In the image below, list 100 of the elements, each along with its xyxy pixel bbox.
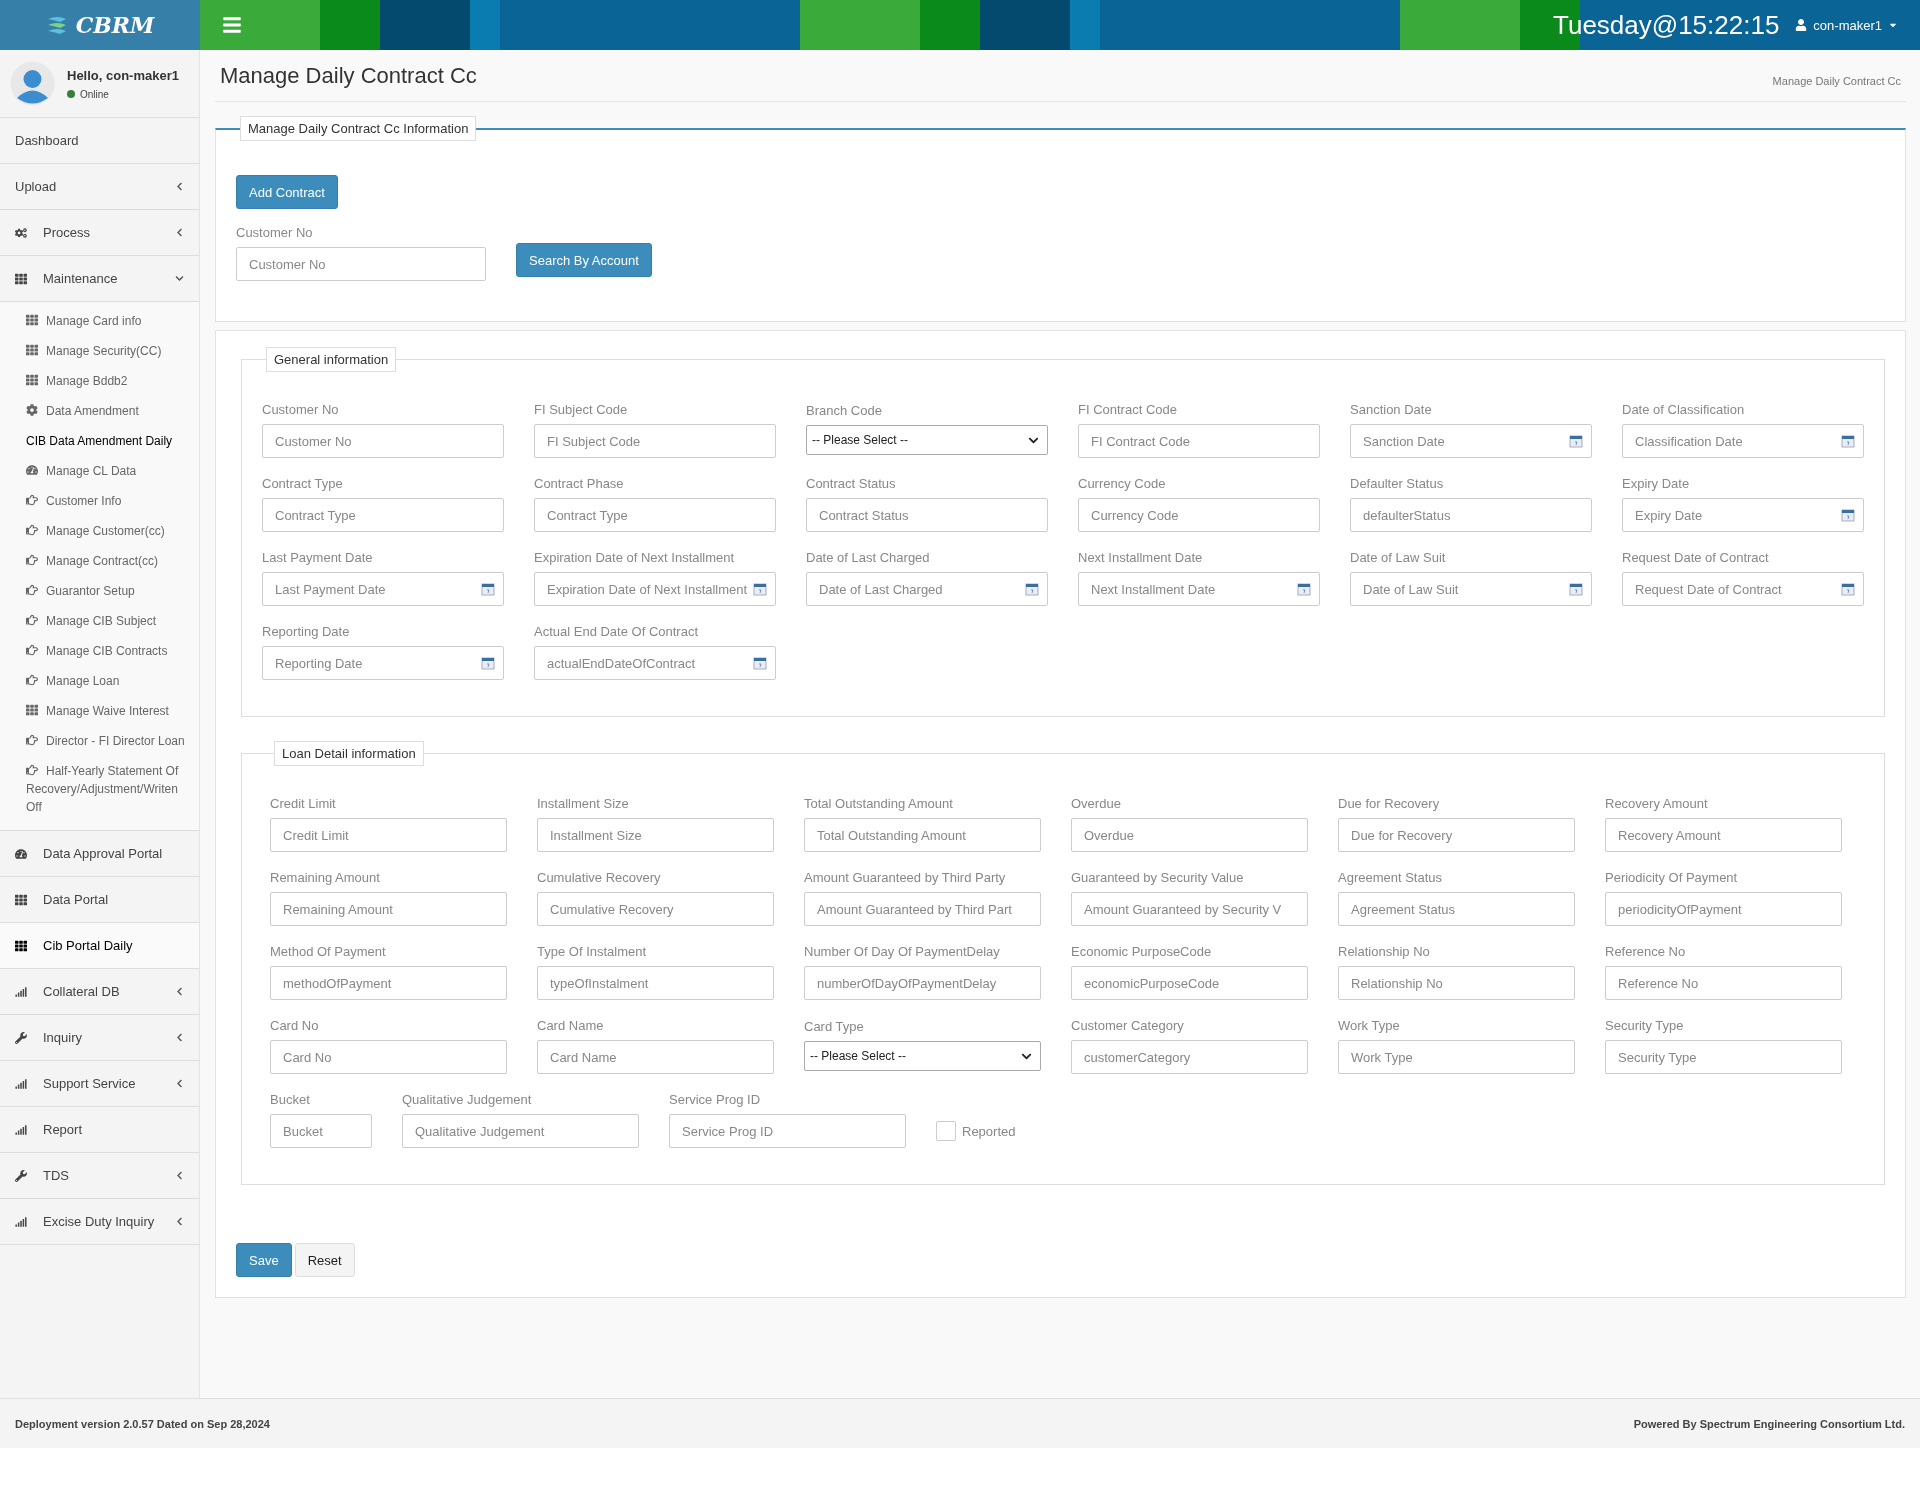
input-field[interactable]: methodOfPayment — [270, 966, 507, 1000]
field-label: Cumulative Recovery — [537, 870, 662, 885]
field-label: Overdue — [1071, 796, 1122, 811]
input-field[interactable]: Amount Guaranteed by Third Part — [804, 892, 1041, 926]
date-field[interactable]: actualEndDateOfContract — [534, 646, 776, 680]
input-field[interactable]: defaulterStatus — [1350, 498, 1592, 532]
input-field[interactable]: Bucket — [270, 1114, 372, 1148]
input-field[interactable]: periodicityOfPayment — [1605, 892, 1842, 926]
date-field[interactable]: Sanction Date — [1350, 424, 1592, 458]
select-field[interactable]: -- Please Select -- — [804, 1041, 1041, 1071]
sidebar-subitem[interactable]: Manage Contract(cc) — [0, 546, 199, 576]
input-field[interactable]: Overdue — [1071, 818, 1308, 852]
input-field[interactable]: Customer No — [262, 424, 504, 458]
breadcrumb[interactable]: Manage Daily Contract Cc — [1772, 74, 1901, 87]
sidebar-subitem[interactable]: Customer Info — [0, 486, 199, 516]
date-field[interactable]: Request Date of Contract — [1622, 572, 1864, 606]
input-field[interactable]: Contract Status — [806, 498, 1048, 532]
reset-button[interactable]: Reset — [294, 1243, 355, 1277]
sidebar-subitem[interactable]: Manage CIB Contracts — [0, 636, 199, 666]
field-label: Expiration Date of Next Installment — [534, 550, 736, 565]
input-field[interactable]: Contract Type — [534, 498, 776, 532]
input-field[interactable]: Amount Guaranteed by Security V — [1071, 892, 1308, 926]
sidebar-subitem[interactable]: Manage Bddb2 — [0, 366, 199, 396]
user-menu[interactable]: con-maker1 — [1795, 17, 1898, 33]
add-contract-button[interactable]: Add Contract — [236, 175, 338, 209]
calendar-icon[interactable] — [753, 582, 767, 596]
input-field[interactable]: Qualitative Judgement — [402, 1114, 639, 1148]
input-field[interactable]: Card Name — [537, 1040, 774, 1074]
sidebar-subitem[interactable]: Manage Loan — [0, 666, 199, 696]
section-legend: General information — [266, 347, 397, 372]
input-field[interactable]: Remaining Amount — [270, 892, 507, 926]
date-field[interactable]: Expiration Date of Next Installment — [534, 572, 776, 606]
input-field[interactable]: Reference No — [1605, 966, 1842, 1000]
date-field[interactable]: Classification Date — [1622, 424, 1864, 458]
input-field[interactable]: Cumulative Recovery — [537, 892, 774, 926]
input-field[interactable]: numberOfDayOfPaymentDelay — [804, 966, 1041, 1000]
input-field[interactable]: Recovery Amount — [1605, 818, 1842, 852]
input-field[interactable]: FI Subject Code — [534, 424, 776, 458]
search-button[interactable]: Search By Account — [516, 243, 652, 277]
field-label: Relationship No — [1338, 944, 1431, 959]
date-field[interactable]: Date of Last Charged — [806, 572, 1048, 606]
calendar-icon[interactable] — [753, 656, 767, 670]
powered-by-text: Powered By Spectrum Engineering Consortium Ltd. — [1633, 1417, 1905, 1430]
sidebar-subitem[interactable]: Manage Waive Interest — [0, 696, 199, 726]
reported-checkbox[interactable]: Reported — [936, 1114, 1016, 1148]
logo[interactable]: CBRM — [0, 0, 200, 50]
date-field[interactable]: Date of Law Suit — [1350, 572, 1592, 606]
sidebar-subitem[interactable]: CIB Data Amendment Daily — [0, 426, 199, 456]
save-button[interactable]: Save — [236, 1243, 292, 1277]
field-label: Date of Last Charged — [806, 550, 931, 565]
sidebar-subitem[interactable]: Director - FI Director Loan — [0, 726, 199, 756]
input-field[interactable]: Card No — [270, 1040, 507, 1074]
input-field[interactable]: Customer No — [236, 247, 486, 281]
calendar-icon[interactable] — [481, 656, 495, 670]
menu-button[interactable] — [222, 15, 242, 35]
calendar-icon[interactable] — [481, 582, 495, 596]
calendar-icon[interactable] — [1841, 508, 1855, 522]
input-field[interactable]: Due for Recovery — [1338, 818, 1575, 852]
input-field[interactable]: Total Outstanding Amount — [804, 818, 1041, 852]
select-field[interactable]: -- Please Select -- — [806, 425, 1048, 455]
gauge-icon — [26, 464, 38, 476]
date-field[interactable]: Expiry Date — [1622, 498, 1864, 532]
input-field[interactable]: Contract Type — [262, 498, 504, 532]
input-field[interactable]: Work Type — [1338, 1040, 1575, 1074]
input-field[interactable]: Currency Code — [1078, 498, 1320, 532]
calendar-icon[interactable] — [1841, 434, 1855, 448]
input-field[interactable]: FI Contract Code — [1078, 424, 1320, 458]
input-field[interactable]: Installment Size — [537, 818, 774, 852]
field-label: Expiry Date — [1622, 476, 1691, 491]
date-field[interactable]: Reporting Date — [262, 646, 504, 680]
input-field[interactable]: economicPurposeCode — [1071, 966, 1308, 1000]
field-label: Contract Phase — [534, 476, 625, 491]
input-field[interactable]: typeOfInstalment — [537, 966, 774, 1000]
input-field[interactable]: Service Prog ID — [669, 1114, 906, 1148]
date-field[interactable]: Last Payment Date — [262, 572, 504, 606]
input-field[interactable]: customerCategory — [1071, 1040, 1308, 1074]
bar-chart-icon — [15, 985, 27, 998]
field-label: Card Type — [804, 1019, 865, 1034]
calendar-icon[interactable] — [1569, 434, 1583, 448]
sidebar-subitem[interactable]: Manage CL Data — [0, 456, 199, 486]
input-field[interactable]: Relationship No — [1338, 966, 1575, 1000]
sidebar-subitem[interactable]: Guarantor Setup — [0, 576, 199, 606]
sidebar-subitem[interactable]: Data Amendment — [0, 396, 199, 426]
calendar-icon[interactable] — [1841, 582, 1855, 596]
avatar-icon — [10, 61, 55, 106]
field-label: Next Installment Date — [1078, 550, 1204, 565]
input-field[interactable]: Credit Limit — [270, 818, 507, 852]
sidebar-subitem[interactable]: Manage Security(CC) — [0, 336, 199, 366]
sidebar-subitem[interactable]: Manage Customer(cc) — [0, 516, 199, 546]
input-field[interactable]: Agreement Status — [1338, 892, 1575, 926]
calendar-icon[interactable] — [1569, 582, 1583, 596]
date-field[interactable]: Next Installment Date — [1078, 572, 1320, 606]
field-label: Service Prog ID — [669, 1092, 762, 1107]
sidebar-subitem[interactable]: Manage CIB Subject — [0, 606, 199, 636]
calendar-icon[interactable] — [1297, 582, 1311, 596]
calendar-icon[interactable] — [1025, 582, 1039, 596]
sidebar-subitem[interactable]: Manage Card info — [0, 306, 199, 336]
input-field[interactable]: Security Type — [1605, 1040, 1842, 1074]
sidebar-item[interactable]: Cib Portal Daily — [0, 923, 199, 969]
sidebar-subitem[interactable]: Half-Yearly Statement Of Recovery/Adjustment/Writen Off — [0, 756, 199, 822]
